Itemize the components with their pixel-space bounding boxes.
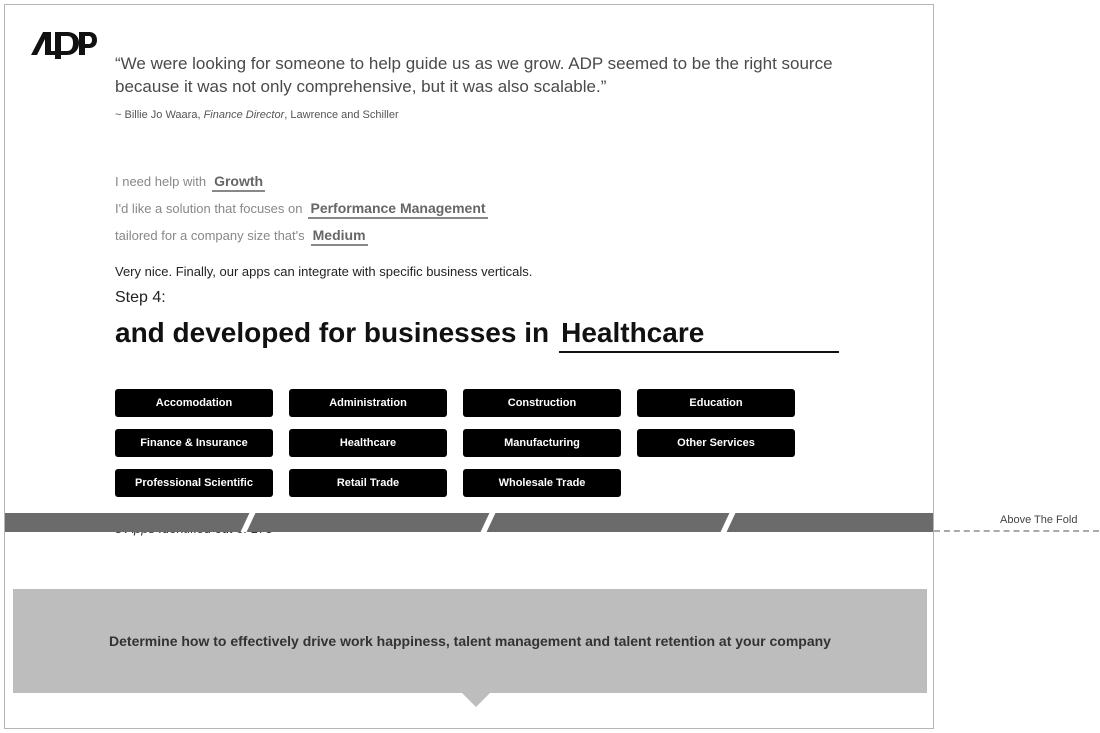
madlib-value-focus[interactable]: Performance Management <box>308 200 487 219</box>
testimonial-attribution: ~ Billie Jo Waara, Finance Director, Law… <box>115 109 875 121</box>
madlib-value-size[interactable]: Medium <box>311 227 368 246</box>
madlib-value-growth[interactable]: Growth <box>212 173 265 192</box>
vertical-administration[interactable]: Administration <box>289 389 447 417</box>
headline-value-industry[interactable]: Healthcare <box>559 317 839 353</box>
cta-banner: Determine how to effectively drive work … <box>13 589 927 693</box>
madlib-line-3: tailored for a company size that's Mediu… <box>115 227 875 246</box>
adp-logo <box>29 29 97 66</box>
attribution-company: Lawrence and Schiller <box>290 109 398 121</box>
banner-notch-icon <box>462 693 490 707</box>
vertical-education[interactable]: Education <box>637 389 795 417</box>
vertical-retail-trade[interactable]: Retail Trade <box>289 469 447 497</box>
vertical-construction[interactable]: Construction <box>463 389 621 417</box>
madlib-label-2: I'd like a solution that focuses on <box>115 201 302 216</box>
progress-stripe <box>5 513 933 532</box>
step-label: Step 4: <box>115 289 875 307</box>
fold-label: Above The Fold <box>1000 514 1077 526</box>
vertical-professional-scientific[interactable]: Professional Scientific <box>115 469 273 497</box>
attribution-role: Finance Director <box>204 109 285 121</box>
vertical-healthcare[interactable]: Healthcare <box>289 429 447 457</box>
madlib-label-3: tailored for a company size that's <box>115 228 305 243</box>
verticals-grid: Accomodation Administration Construction… <box>115 389 875 497</box>
wireframe-frame: “We were looking for someone to help gui… <box>4 4 934 729</box>
vertical-finance-insurance[interactable]: Finance & Insurance <box>115 429 273 457</box>
cta-banner-text: Determine how to effectively drive work … <box>109 633 831 649</box>
madlib-label-1: I need help with <box>115 174 206 189</box>
vertical-other-services[interactable]: Other Services <box>637 429 795 457</box>
step-headline: and developed for businesses in Healthca… <box>115 317 875 353</box>
step-intro-text: Very nice. Finally, our apps can integra… <box>115 264 875 279</box>
headline-prefix: and developed for businesses in <box>115 317 549 349</box>
fold-line <box>934 530 1099 532</box>
vertical-accomodation[interactable]: Accomodation <box>115 389 273 417</box>
madlib-line-1: I need help with Growth <box>115 173 875 192</box>
vertical-manufacturing[interactable]: Manufacturing <box>463 429 621 457</box>
attribution-person: Billie Jo Waara <box>124 109 197 121</box>
madlib-line-2: I'd like a solution that focuses on Perf… <box>115 200 875 219</box>
testimonial-quote: “We were looking for someone to help gui… <box>115 53 875 99</box>
vertical-wholesale-trade[interactable]: Wholesale Trade <box>463 469 621 497</box>
